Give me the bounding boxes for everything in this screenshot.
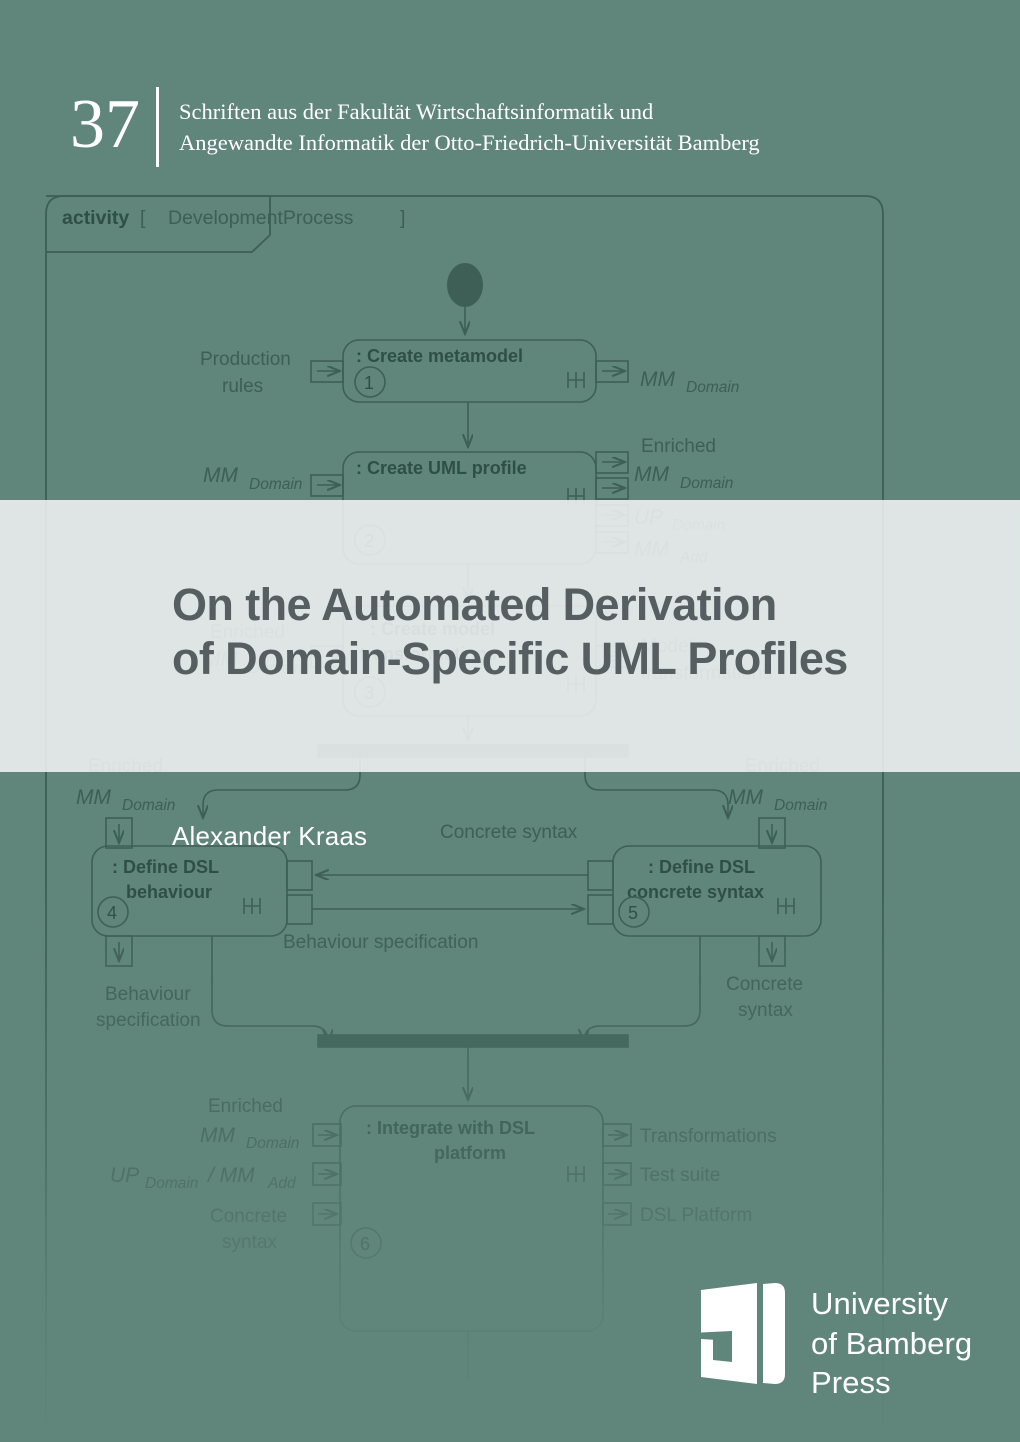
bamberg-gate-icon xyxy=(701,1283,785,1384)
svg-text:Behaviour specification: Behaviour specification xyxy=(283,932,478,953)
publisher-name-line-2: of Bamberg xyxy=(811,1325,973,1361)
series-title-line-1: Schriften aus der Fakultät Wirtschaftsin… xyxy=(179,99,654,124)
svg-text:Test suite: Test suite xyxy=(640,1165,720,1186)
svg-text:MM: MM xyxy=(728,786,763,809)
svg-text:Behaviour: Behaviour xyxy=(105,984,191,1005)
svg-text:syntax: syntax xyxy=(222,1232,277,1253)
svg-text:Domain: Domain xyxy=(145,1175,198,1192)
publisher-name: University of Bamberg Press xyxy=(811,1281,972,1403)
svg-text:: Create metamodel: : Create metamodel xyxy=(356,346,523,366)
svg-text:activity: activity xyxy=(62,207,129,229)
series-header: 37 Schriften aus der Fakultät Wirtschaft… xyxy=(70,86,760,168)
svg-text:MM: MM xyxy=(203,464,238,487)
svg-text:MM: MM xyxy=(76,786,111,809)
svg-text:6: 6 xyxy=(360,1234,370,1254)
svg-text:[: [ xyxy=(140,207,146,229)
svg-text:: Create UML profile: : Create UML profile xyxy=(356,458,527,478)
svg-text:Concrete: Concrete xyxy=(726,974,803,995)
svg-text:Domain: Domain xyxy=(122,797,175,814)
svg-text:Domain: Domain xyxy=(686,379,739,396)
author-name: Alexander Kraas xyxy=(172,821,368,851)
svg-text:MM: MM xyxy=(640,368,675,391)
svg-text:Concrete: Concrete xyxy=(210,1206,287,1227)
publisher-name-line-3: Press xyxy=(811,1365,891,1400)
svg-text:5: 5 xyxy=(628,903,638,923)
svg-text:DSL Platform: DSL Platform xyxy=(640,1205,752,1226)
svg-text:Enriched: Enriched xyxy=(208,1096,283,1117)
svg-text:4: 4 xyxy=(107,903,117,923)
svg-text:syntax: syntax xyxy=(738,1000,793,1021)
series-number: 37 xyxy=(70,86,140,163)
svg-text:MM: MM xyxy=(634,463,669,486)
series-title: Schriften aus der Fakultät Wirtschaftsin… xyxy=(179,96,760,158)
svg-text:Concrete syntax: Concrete syntax xyxy=(440,822,578,843)
svg-text:Domain: Domain xyxy=(249,476,302,493)
svg-text:/ MM: / MM xyxy=(206,1164,255,1187)
book-cover: activity [ DevelopmentProcess ] : Create… xyxy=(0,0,1020,1442)
svg-text:Add: Add xyxy=(267,1175,297,1192)
svg-text:DevelopmentProcess: DevelopmentProcess xyxy=(168,207,354,229)
svg-text:Transformations: Transformations xyxy=(640,1126,777,1147)
svg-text:Domain: Domain xyxy=(246,1135,299,1152)
book-title-line-1: On the Automated Derivation xyxy=(172,579,777,630)
book-title: On the Automated Derivation of Domain-Sp… xyxy=(172,578,1002,686)
svg-text:MM: MM xyxy=(200,1124,235,1147)
svg-text:rules: rules xyxy=(222,376,263,397)
svg-text:concrete syntax: concrete syntax xyxy=(627,882,764,902)
svg-text:: Integrate with DSL: : Integrate with DSL xyxy=(366,1118,535,1138)
series-title-line-2: Angewandte Informatik der Otto-Friedrich… xyxy=(179,130,760,155)
svg-text:specification: specification xyxy=(96,1010,201,1031)
svg-text:behaviour: behaviour xyxy=(126,882,212,902)
svg-text:1: 1 xyxy=(364,373,374,393)
book-title-line-2: of Domain-Specific UML Profiles xyxy=(172,633,848,684)
svg-text:platform: platform xyxy=(434,1143,506,1163)
publisher-logo: University of Bamberg Press xyxy=(697,1281,972,1403)
svg-text:Domain: Domain xyxy=(774,797,827,814)
svg-text:: Define DSL: : Define DSL xyxy=(112,857,219,877)
series-divider xyxy=(156,87,159,167)
svg-text:Production: Production xyxy=(200,349,291,370)
svg-text:UP: UP xyxy=(110,1164,139,1187)
publisher-name-line-1: University xyxy=(811,1286,949,1321)
svg-text:: Define DSL: : Define DSL xyxy=(648,857,755,877)
svg-text:]: ] xyxy=(400,207,405,229)
svg-text:Enriched: Enriched xyxy=(641,436,716,457)
svg-text:Domain: Domain xyxy=(680,475,733,492)
